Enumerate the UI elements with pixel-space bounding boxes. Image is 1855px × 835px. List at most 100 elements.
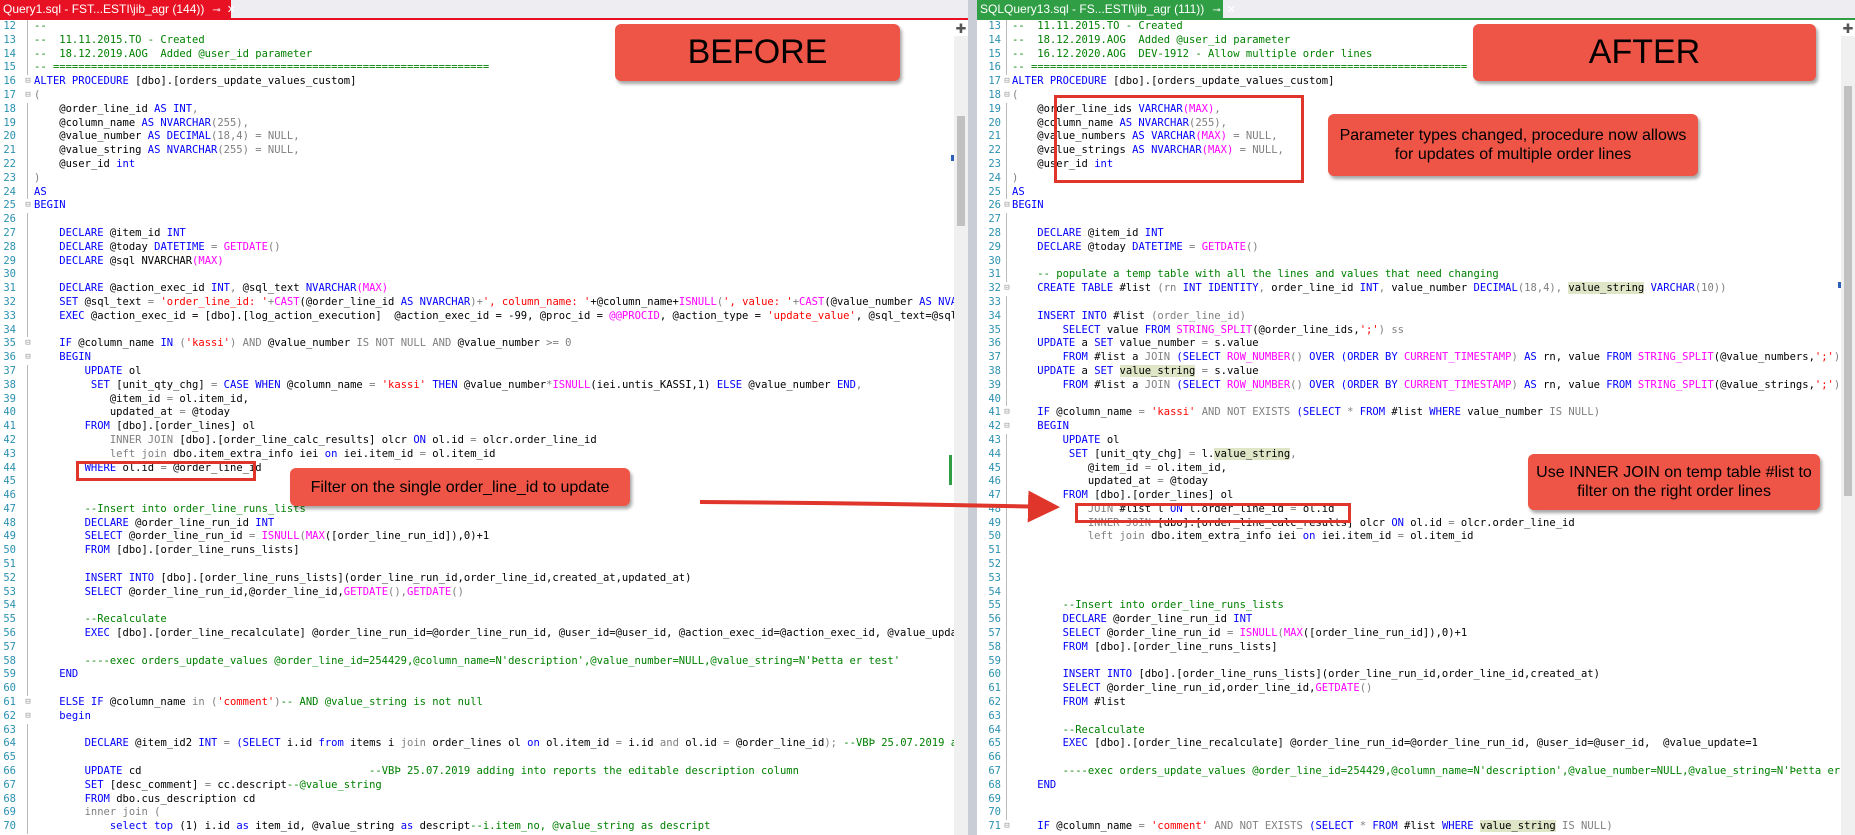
code-line[interactable]: 35 SELECT value FROM STRING_SPLIT(@order… <box>977 323 1855 338</box>
code-line[interactable]: 71 ⊟ IF @column_name = 'comment' AND NOT … <box>977 820 1855 834</box>
code-line[interactable]: 38 UPDATE a SET value_string = s.value <box>977 364 1855 379</box>
code-line[interactable]: 32 SET @sql_text = 'order_line_id: '+CAS… <box>0 295 968 310</box>
tab-sqlquery13[interactable]: SQLQuery13.sql - FS...ESTI\jib_agr (111)… <box>977 0 1236 18</box>
code-line[interactable]: 62 ⊟ begin <box>0 710 968 724</box>
code-line[interactable]: 51 <box>0 558 968 572</box>
code-line[interactable]: 25 ⊟ BEGIN <box>0 199 968 213</box>
scrollbar-thumb[interactable] <box>957 116 965 226</box>
code-line[interactable]: 69 <box>977 792 1855 807</box>
code-line[interactable]: 41 FROM [dbo].[order_lines] ol <box>0 420 968 434</box>
code-line[interactable]: 51 <box>977 544 1855 559</box>
fold-toggle-icon[interactable]: ⊟ <box>22 199 34 213</box>
code-line[interactable]: 28 DECLARE @item_id INT <box>977 226 1855 241</box>
fold-toggle-icon[interactable]: ⊟ <box>22 337 34 351</box>
code-line[interactable]: 53 <box>977 571 1855 586</box>
code-line[interactable]: 62 FROM #list <box>977 696 1855 710</box>
code-line[interactable]: 65 EXEC [dbo].[order_line_recalculate] @… <box>977 737 1855 752</box>
code-line[interactable]: 55 --Insert into order_line_runs_lists <box>977 599 1855 614</box>
code-line[interactable]: 67 SET [desc_comment] = cc.descript--@va… <box>0 778 968 793</box>
pane-splitter[interactable] <box>968 0 977 835</box>
code-line[interactable]: 41 ⊟ IF @column_name = 'kassi' AND NOT EX… <box>977 406 1855 420</box>
code-line[interactable]: 65 <box>0 751 968 766</box>
code-line[interactable]: 37 UPDATE ol <box>0 364 968 379</box>
code-line[interactable]: 52 <box>977 558 1855 572</box>
code-line[interactable]: 24 AS <box>0 185 968 200</box>
fold-toggle-icon[interactable]: ⊟ <box>22 710 34 724</box>
code-line[interactable]: 21 @value_string AS NVARCHAR(255) = NULL… <box>0 144 968 158</box>
code-line[interactable]: 17 ⊟( <box>0 89 968 103</box>
code-line[interactable]: 42 ⊟ BEGIN <box>977 420 1855 434</box>
code-line[interactable]: 63 <box>977 709 1855 724</box>
split-add-icon[interactable]: ✚ <box>1841 22 1855 36</box>
fold-toggle-icon[interactable]: ⊟ <box>22 351 34 365</box>
code-line[interactable]: 34 <box>0 323 968 338</box>
code-line[interactable]: 29 DECLARE @sql NVARCHAR(MAX) <box>0 254 968 269</box>
code-line[interactable]: 60 INSERT INTO [dbo].[order_line_runs_li… <box>977 668 1855 683</box>
code-line[interactable]: 59 END <box>0 668 968 683</box>
code-line[interactable]: 57 SELECT @order_line_run_id = ISNULL(MA… <box>977 627 1855 641</box>
fold-toggle-icon[interactable]: ⊟ <box>22 75 34 89</box>
code-line[interactable]: 50 FROM [dbo].[order_line_runs_lists] <box>0 544 968 559</box>
code-line[interactable]: 63 <box>0 723 968 738</box>
code-line[interactable]: 54 <box>0 599 968 614</box>
code-line[interactable]: 59 <box>977 654 1855 669</box>
code-line[interactable]: 27 <box>977 213 1855 227</box>
code-line[interactable]: 43 UPDATE ol <box>977 433 1855 448</box>
vertical-scrollbar[interactable] <box>1841 36 1855 835</box>
code-line[interactable]: 37 FROM #list a JOIN (SELECT ROW_NUMBER(… <box>977 351 1855 365</box>
code-line[interactable]: 28 DECLARE @today DATETIME = GETDATE() <box>0 240 968 255</box>
fold-toggle-icon[interactable]: ⊟ <box>22 89 34 103</box>
code-line[interactable]: 22 @user_id int <box>0 157 968 172</box>
code-line[interactable]: 56 EXEC [dbo].[order_line_recalculate] @… <box>0 627 968 641</box>
code-line[interactable]: 26 ⊟ BEGIN <box>977 199 1855 213</box>
code-line[interactable]: 64 DECLARE @item_id2 INT = (SELECT i.id … <box>0 737 968 752</box>
code-line[interactable]: 68 END <box>977 778 1855 793</box>
code-line[interactable]: 69 inner join ( <box>0 806 968 821</box>
code-line[interactable]: 32 ⊟ CREATE TABLE #list (rn INT IDENTITY,… <box>977 282 1855 296</box>
code-line[interactable]: 70 <box>977 806 1855 821</box>
code-line[interactable]: 33 <box>977 295 1855 310</box>
code-line[interactable]: 18 @order_line_id AS INT, <box>0 102 968 117</box>
code-line[interactable]: 58 FROM [dbo].[order_line_runs_lists] <box>977 640 1855 655</box>
code-line[interactable]: 39 @item_id = ol.item_id, <box>0 392 968 407</box>
code-line[interactable]: 52 INSERT INTO [dbo].[order_line_runs_li… <box>0 571 968 586</box>
fold-toggle-icon[interactable]: ⊟ <box>22 696 34 710</box>
code-line[interactable]: 23) <box>0 171 968 186</box>
code-line[interactable]: 57 <box>0 640 968 655</box>
code-line[interactable]: 61 ⊟ ELSE IF @column_name in ('comment')-… <box>0 696 968 710</box>
code-line[interactable]: 27 DECLARE @item_id INT <box>0 226 968 241</box>
code-line[interactable]: 36 ⊟ BEGIN <box>0 351 968 365</box>
code-line[interactable]: 50 left join dbo.item_extra_info iei on … <box>977 530 1855 545</box>
code-line[interactable]: 66 UPDATE cd --VBÞ 25.07.2019 adding int… <box>0 765 968 779</box>
code-line[interactable]: 60 <box>0 682 968 697</box>
code-line[interactable]: 56 DECLARE @order_line_run_id INT <box>977 613 1855 628</box>
code-line[interactable]: 40 updated_at = @today <box>0 406 968 421</box>
code-line[interactable]: 58 ----exec orders_update_values @order_… <box>0 654 968 669</box>
vertical-scrollbar[interactable] <box>954 36 968 835</box>
code-line[interactable]: 30 <box>0 268 968 283</box>
code-line[interactable]: 48 DECLARE @order_line_run_id INT <box>0 516 968 531</box>
code-line[interactable]: 25 AS <box>977 185 1855 200</box>
code-line[interactable]: 40 <box>977 392 1855 407</box>
code-line[interactable]: 68 FROM dbo.cus_description cd <box>0 792 968 807</box>
tab-query1[interactable]: Query1.sql - FST...ESTI\jib_agr (144)) ⊸ ✕ <box>0 0 236 18</box>
code-line[interactable]: 64 --Recalculate <box>977 723 1855 738</box>
code-editor-left[interactable]: 12 -- 13 -- 11.11.2015.TO - Created 14 -- 18.… <box>0 20 968 835</box>
code-line[interactable]: 19 @column_name AS NVARCHAR(255), <box>0 116 968 131</box>
code-line[interactable]: 30 <box>977 254 1855 269</box>
code-line[interactable]: 67 ----exec orders_update_values @order_… <box>977 765 1855 779</box>
code-line[interactable]: 61 SELECT @order_line_run_id,order_line_… <box>977 682 1855 697</box>
code-line[interactable]: 43 left join dbo.item_extra_info iei on … <box>0 447 968 462</box>
code-line[interactable]: 26 <box>0 213 968 227</box>
code-line[interactable]: 49 SELECT @order_line_run_id = ISNULL(MA… <box>0 530 968 545</box>
code-line[interactable]: 31 DECLARE @action_exec_id INT, @sql_tex… <box>0 282 968 296</box>
code-line[interactable]: 54 <box>977 585 1855 600</box>
code-line[interactable]: 20 @value_number AS DECIMAL(18,4) = NULL… <box>0 130 968 145</box>
code-line[interactable]: 42 INNER JOIN [dbo].[order_line_calc_res… <box>0 433 968 448</box>
close-icon[interactable]: ✕ <box>1227 1 1236 19</box>
code-line[interactable]: 29 DECLARE @today DATETIME = GETDATE() <box>977 240 1855 255</box>
close-icon[interactable]: ✕ <box>227 1 236 19</box>
code-line[interactable]: 39 FROM #list a JOIN (SELECT ROW_NUMBER(… <box>977 378 1855 393</box>
code-line[interactable]: 33 EXEC @action_exec_id = [dbo].[log_act… <box>0 309 968 324</box>
code-line[interactable]: 35 ⊟ IF @column_name IN ('kassi') AND @va… <box>0 337 968 351</box>
